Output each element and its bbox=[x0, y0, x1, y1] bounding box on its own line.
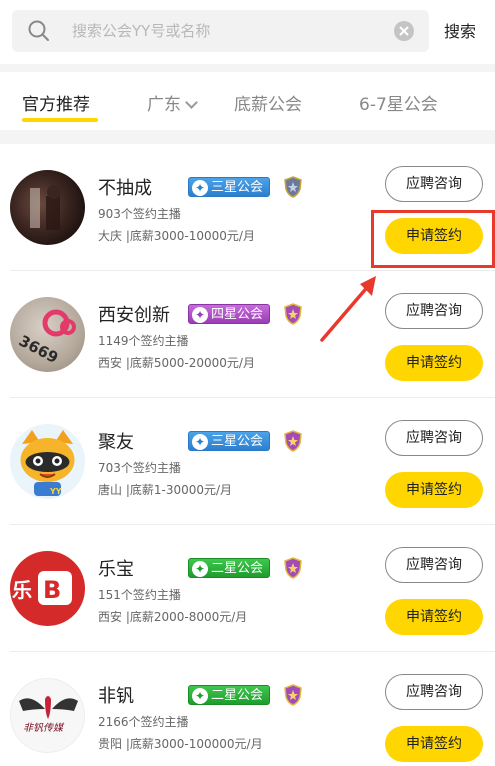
signed-anchors-count: 703个签约主播 bbox=[98, 461, 181, 475]
avatar-logo-text: 非钒传媒 bbox=[23, 722, 65, 734]
guild-level-badge: ✦ 三星公会 bbox=[188, 177, 271, 197]
avatar bbox=[10, 170, 85, 245]
shield-icon bbox=[284, 303, 302, 325]
tab-region[interactable]: 广东 bbox=[147, 90, 198, 115]
arrow-icon bbox=[320, 276, 376, 342]
tab-official-recommend[interactable]: 官方推荐 bbox=[22, 90, 90, 115]
apply-sign-button[interactable]: 申请签约 bbox=[385, 345, 483, 381]
shield-icon bbox=[284, 176, 302, 198]
shield-icon bbox=[284, 430, 302, 452]
list-item[interactable]: 乐 B 乐宝 ✦ 二星公会 151个签约主播 西安 |底薪2000-8000元/月… bbox=[0, 525, 495, 652]
consult-button[interactable]: 应聘咨询 bbox=[385, 420, 483, 456]
consult-button[interactable]: 应聘咨询 bbox=[385, 166, 483, 202]
guild-level-label: 三星公会 bbox=[211, 434, 264, 449]
guild-level-label: 二星公会 bbox=[211, 561, 264, 576]
location-salary: 大庆 |底薪3000-10000元/月 bbox=[98, 229, 255, 243]
guild-name: 非钒 bbox=[98, 686, 134, 707]
tab-bar: 官方推荐 广东 底薪公会 6-7星公会 bbox=[0, 72, 495, 130]
tab-base-salary[interactable]: 底薪公会 bbox=[234, 90, 302, 115]
avatar: YY bbox=[10, 424, 85, 499]
star-level-icon: ✦ bbox=[192, 307, 208, 323]
tab-region-label: 广东 bbox=[147, 95, 181, 115]
divider bbox=[0, 64, 495, 72]
signed-anchors-count: 903个签约主播 bbox=[98, 207, 181, 221]
apply-sign-button[interactable]: 申请签约 bbox=[385, 472, 483, 508]
apply-sign-button[interactable]: 申请签约 bbox=[385, 599, 483, 635]
guild-name: 聚友 bbox=[98, 432, 134, 453]
avatar: 乐 B bbox=[10, 551, 85, 626]
guild-name: 西安创新 bbox=[98, 305, 170, 326]
location-salary: 唐山 |底薪1-30000元/月 bbox=[98, 483, 233, 497]
guild-level-label: 三星公会 bbox=[211, 180, 264, 195]
search-input[interactable] bbox=[72, 16, 392, 46]
search-box[interactable] bbox=[12, 10, 429, 52]
guild-name: 乐宝 bbox=[98, 559, 134, 580]
avatar: 非钒传媒 bbox=[10, 678, 85, 753]
avatar-logo-text: YY bbox=[49, 487, 62, 496]
search-icon bbox=[28, 20, 49, 41]
consult-button[interactable]: 应聘咨询 bbox=[385, 674, 483, 710]
shield-icon bbox=[284, 684, 302, 706]
guild-level-badge: ✦ 三星公会 bbox=[188, 431, 271, 451]
guild-name: 不抽成 bbox=[98, 178, 152, 199]
avatar: 3669 bbox=[10, 297, 85, 372]
tab-active-indicator bbox=[22, 118, 98, 122]
location-salary: 西安 |底薪5000-20000元/月 bbox=[98, 356, 255, 370]
tab-six-seven-star[interactable]: 6-7星公会 bbox=[359, 90, 438, 115]
highlight-box bbox=[371, 210, 495, 268]
list-item[interactable]: 3669 西安创新 ✦ 四星公会 1149个签约主播 西安 |底薪5000-200… bbox=[0, 271, 495, 398]
location-salary: 西安 |底薪2000-8000元/月 bbox=[98, 610, 248, 624]
consult-button[interactable]: 应聘咨询 bbox=[385, 293, 483, 329]
divider bbox=[0, 130, 495, 144]
search-button[interactable]: 搜索 bbox=[444, 18, 476, 42]
star-level-icon: ✦ bbox=[192, 561, 208, 577]
svg-text:B: B bbox=[43, 576, 61, 604]
clear-icon[interactable] bbox=[394, 21, 414, 41]
apply-sign-button[interactable]: 申请签约 bbox=[385, 726, 483, 762]
search-bar: 搜索 bbox=[0, 0, 495, 64]
guild-level-badge: ✦ 二星公会 bbox=[188, 558, 271, 578]
guild-level-label: 二星公会 bbox=[211, 688, 264, 703]
guild-level-badge: ✦ 二星公会 bbox=[188, 685, 271, 705]
location-salary: 贵阳 |底薪3000-100000元/月 bbox=[98, 737, 263, 751]
consult-button[interactable]: 应聘咨询 bbox=[385, 547, 483, 583]
shield-icon bbox=[284, 557, 302, 579]
guild-level-label: 四星公会 bbox=[211, 307, 264, 322]
star-level-icon: ✦ bbox=[192, 434, 208, 450]
guild-level-badge: ✦ 四星公会 bbox=[188, 304, 271, 324]
avatar-logo-text: 乐 bbox=[12, 578, 32, 602]
signed-anchors-count: 2166个签约主播 bbox=[98, 715, 189, 729]
chevron-down-icon bbox=[185, 96, 198, 109]
list-item[interactable]: YY 聚友 ✦ 三星公会 703个签约主播 唐山 |底薪1-30000元/月 应聘… bbox=[0, 398, 495, 525]
star-level-icon: ✦ bbox=[192, 180, 208, 196]
star-level-icon: ✦ bbox=[192, 688, 208, 704]
signed-anchors-count: 1149个签约主播 bbox=[98, 334, 189, 348]
list-item[interactable]: 非钒传媒 非钒 ✦ 二星公会 2166个签约主播 贵阳 |底薪3000-10000… bbox=[0, 652, 495, 766]
signed-anchors-count: 151个签约主播 bbox=[98, 588, 181, 602]
avatar-logo-text: 3669 bbox=[16, 332, 61, 367]
